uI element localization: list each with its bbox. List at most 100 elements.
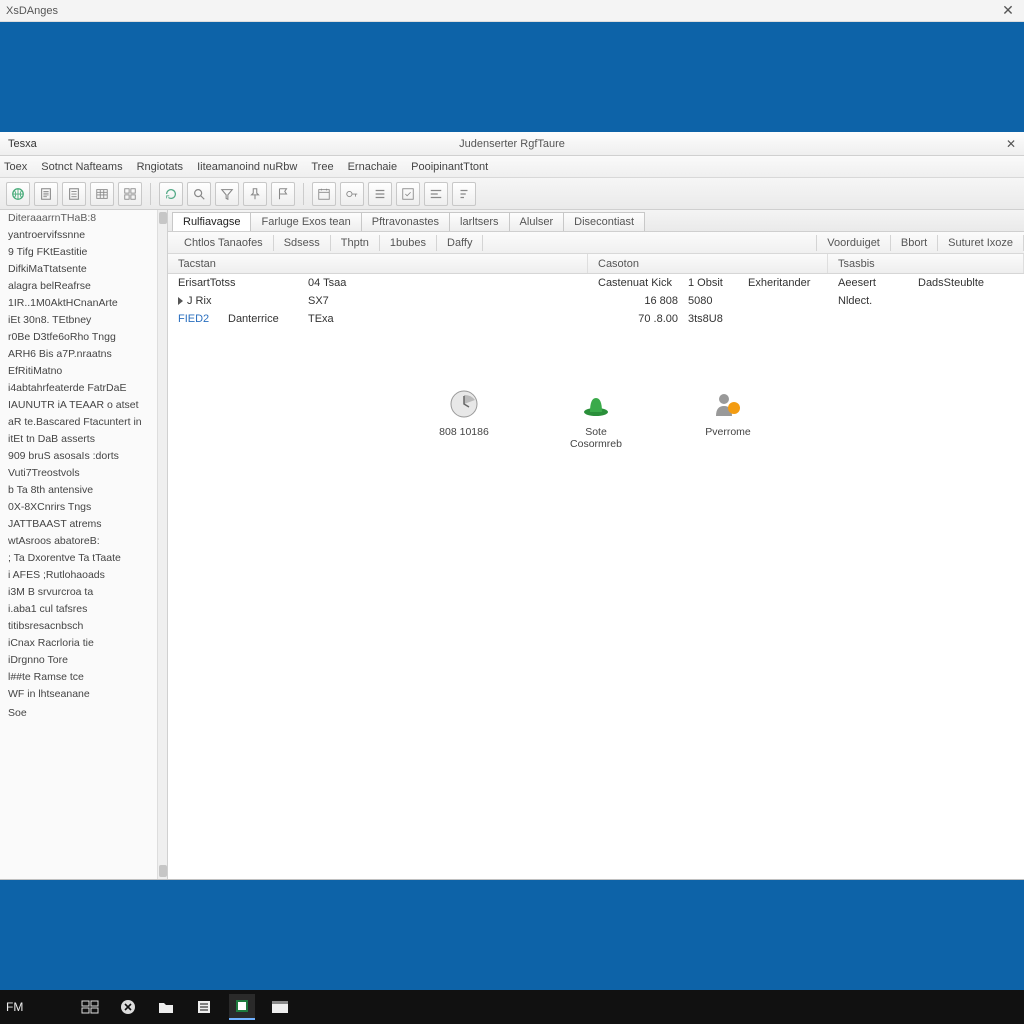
nav-item[interactable]: Soe — [0, 705, 167, 722]
nav-item[interactable]: b Ta 8th antensive — [0, 482, 167, 499]
outer-window-title: XsDAnges — [6, 5, 58, 17]
sub-segments: Chtlos Tanaofes Sdsess Thptn 1bubes Daff… — [168, 232, 1024, 254]
segment[interactable]: Daffy — [437, 235, 483, 251]
segment[interactable]: 1bubes — [380, 235, 437, 251]
taskbar-window-icon[interactable] — [267, 994, 293, 1020]
nav-item[interactable]: 1IR..1M0AktHCnanArte — [0, 295, 167, 312]
expand-arrow-icon[interactable] — [178, 297, 183, 305]
nav-item[interactable]: DifkiMaTtatsente — [0, 261, 167, 278]
nav-item[interactable]: iEt 30n8. TEtbney — [0, 312, 167, 329]
page-icon[interactable] — [34, 182, 58, 206]
nav-item[interactable]: DiteraaarrnTHaB:8 — [0, 210, 167, 227]
nav-item[interactable]: itEt tn DaB asserts — [0, 431, 167, 448]
nav-item[interactable]: WF in lhtseanane — [0, 686, 167, 703]
taskbar-taskview-icon[interactable] — [77, 994, 103, 1020]
table-row[interactable]: J Rix SX7 16 808 5080 Nldect. — [168, 292, 1024, 310]
nav-item[interactable]: r0Be D3tfe6oRho Tngg — [0, 329, 167, 346]
grid-icon[interactable] — [118, 182, 142, 206]
tab[interactable]: Pftravonastes — [361, 212, 450, 231]
nav-tree[interactable]: DiteraaarrnTHaB:8yantroervifssnne9 Tifg … — [0, 210, 168, 879]
column-header[interactable]: Tsasbis — [828, 254, 1024, 273]
tab[interactable]: Disecontiast — [563, 212, 645, 231]
segment[interactable]: Voorduiget — [816, 235, 891, 251]
nav-item[interactable]: l##te Ramse tce — [0, 669, 167, 686]
refresh-icon[interactable] — [159, 182, 183, 206]
key-icon[interactable] — [340, 182, 364, 206]
tab[interactable]: Farluge Exos tean — [250, 212, 361, 231]
table-row[interactable]: FIED2 Danterrice TExa 70 .8.00 3ts8U8 — [168, 310, 1024, 328]
nav-item[interactable]: 0X-8XCnrirs Tngs — [0, 499, 167, 516]
sort-icon[interactable] — [452, 182, 476, 206]
taskbar-app-active-icon[interactable] — [229, 994, 255, 1020]
nav-item[interactable]: alagra belReafrse — [0, 278, 167, 295]
menu-item[interactable]: Toex — [4, 161, 27, 173]
menu-item[interactable]: Sotnct Nafteams — [41, 161, 122, 173]
nav-item[interactable]: i3M B srvurcroa ta — [0, 584, 167, 601]
taskbar-folder-icon[interactable] — [153, 994, 179, 1020]
toolbar — [0, 178, 1024, 210]
column-header[interactable]: Tacstan — [168, 254, 588, 273]
nav-item[interactable]: EfRitiMatno — [0, 363, 167, 380]
menu-item[interactable]: Tree — [311, 161, 333, 173]
nav-scrollbar[interactable] — [157, 210, 167, 879]
nav-item[interactable]: i.aba1 cul tafsres — [0, 601, 167, 618]
align-icon[interactable] — [424, 182, 448, 206]
nav-item[interactable]: 9 Tifg FKtEastitie — [0, 244, 167, 261]
nav-item[interactable]: ARH6 Bis a7P.nraatns — [0, 346, 167, 363]
nav-item[interactable]: Vuti7Treostvols — [0, 465, 167, 482]
nav-item[interactable]: IAUNUTR iA TEAAR o atset — [0, 397, 167, 414]
menu-item[interactable]: Iiteamanoind nuRbw — [197, 161, 297, 173]
search-icon[interactable] — [187, 182, 211, 206]
checklist-icon[interactable] — [396, 182, 420, 206]
table-icon[interactable] — [90, 182, 114, 206]
taskbar-close-icon[interactable] — [115, 994, 141, 1020]
segment[interactable]: Suturet Ixoze — [938, 235, 1024, 251]
column-headers: Tacstan Casoton Tsasbis — [168, 254, 1024, 274]
flag-icon[interactable] — [271, 182, 295, 206]
widget-clock[interactable]: 808 10186 — [428, 388, 500, 450]
taskbar-app-icon[interactable] — [191, 994, 217, 1020]
table-row[interactable]: ErisartTotss 04 Tsaa Castenuat Kick 1 Ob… — [168, 274, 1024, 292]
pin-icon[interactable] — [243, 182, 267, 206]
scroll-down-icon[interactable] — [159, 865, 167, 877]
scroll-up-icon[interactable] — [159, 212, 167, 224]
nav-item[interactable]: iDrgnno Tore — [0, 652, 167, 669]
nav-item[interactable]: JATTBAAST atrems — [0, 516, 167, 533]
menu-item[interactable]: Rngiotats — [137, 161, 183, 173]
inner-window-titlebar: Tesxa Judenserter RgfTaure ✕ — [0, 132, 1024, 156]
segment[interactable]: Sdsess — [274, 235, 331, 251]
nav-item[interactable]: iCnax Racrloria tie — [0, 635, 167, 652]
tab[interactable]: larltsers — [449, 212, 510, 231]
filter-icon[interactable] — [215, 182, 239, 206]
nav-item[interactable]: ; Ta Dxorentve Ta tTaate — [0, 550, 167, 567]
nav-item[interactable]: i AFES ;Rutlohaoads — [0, 567, 167, 584]
nav-item[interactable]: i4abtahrfeaterde FatrDaE — [0, 380, 167, 397]
document-icon[interactable] — [62, 182, 86, 206]
segment[interactable]: Chtlos Tanaofes — [174, 235, 274, 251]
nav-item[interactable]: wtAsroos abatoreB: — [0, 533, 167, 550]
widget-row: 808 10186 Sote Cosormreb Pverrome — [168, 388, 1024, 450]
tab[interactable]: Rulfiavagse — [172, 212, 251, 231]
blue-banner-top — [0, 22, 1024, 132]
outer-window-titlebar: XsDAnges ✕ — [0, 0, 1024, 22]
segment[interactable]: Bbort — [891, 235, 938, 251]
inner-close-button[interactable]: ✕ — [1006, 137, 1016, 151]
main-tabs: Rulfiavagse Farluge Exos tean Pftravonas… — [168, 210, 1024, 232]
menu-item[interactable]: Ernachaie — [348, 161, 398, 173]
widget-people[interactable]: Pverrome — [692, 388, 764, 450]
nav-item[interactable]: yantroervifssnne — [0, 227, 167, 244]
nav-item[interactable]: 909 bruS asosaIs :dorts — [0, 448, 167, 465]
menu-item[interactable]: PooipinantTtont — [411, 161, 488, 173]
cell-link[interactable]: FIED2 — [178, 313, 228, 325]
widget-hat[interactable]: Sote Cosormreb — [560, 388, 632, 450]
column-header[interactable]: Casoton — [588, 254, 828, 273]
globe-icon[interactable] — [6, 182, 30, 206]
outer-close-button[interactable]: ✕ — [998, 2, 1018, 19]
calendar-icon[interactable] — [312, 182, 336, 206]
segment[interactable]: Thptn — [331, 235, 380, 251]
nav-item[interactable]: aR te.Bascared Ftacuntert in — [0, 414, 167, 431]
blue-banner-bottom — [0, 880, 1024, 990]
tab[interactable]: Alulser — [509, 212, 565, 231]
list-icon[interactable] — [368, 182, 392, 206]
nav-item[interactable]: titibsresacnbsch — [0, 618, 167, 635]
